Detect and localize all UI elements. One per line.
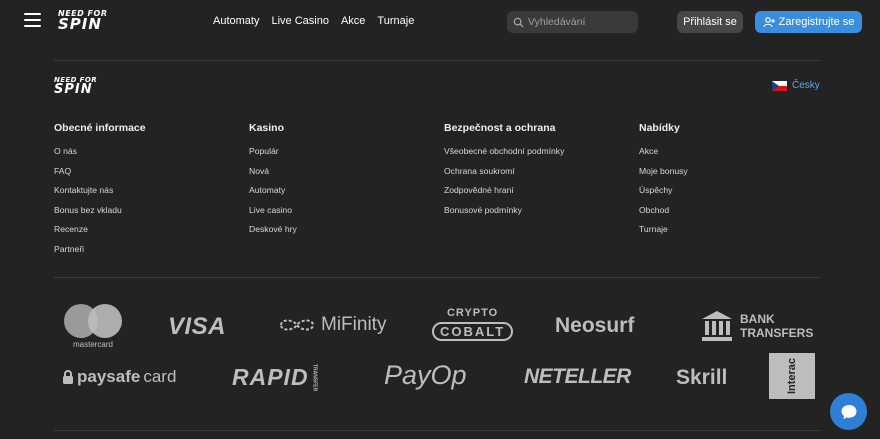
interac-logo: Interac — [769, 353, 815, 399]
logo-line-2: SPIN — [58, 15, 102, 33]
link-akce[interactable]: Akce — [639, 146, 688, 166]
link-privacy[interactable]: Ochrana soukromí — [444, 166, 564, 186]
main-nav: Automaty Live Casino Akce Turnaje — [213, 15, 414, 27]
link-deskove-hry[interactable]: Deskové hry — [249, 224, 297, 244]
visa-logo: VISA — [168, 313, 227, 340]
bank-icon — [702, 311, 732, 341]
link-turnaje[interactable]: Turnaje — [639, 224, 688, 244]
search-input[interactable] — [528, 16, 633, 28]
link-responsible-gaming[interactable]: Zodpovědné hraní — [444, 185, 564, 205]
nav-turnaje[interactable]: Turnaje — [377, 15, 414, 27]
payop-logo: PayOp — [384, 360, 467, 390]
column-title: Obecné informace — [54, 122, 146, 134]
mastercard-label: mastercard — [72, 339, 113, 349]
column-title: Bezpečnost a ochrana — [444, 122, 556, 134]
nav-live-casino[interactable]: Live Casino — [271, 15, 328, 27]
link-live-casino[interactable]: Live casino — [249, 205, 297, 225]
column-title: Nabídky — [639, 122, 680, 134]
chat-button[interactable] — [830, 393, 867, 430]
rapid-transfer-logo: RAPID TRANSFER — [232, 364, 318, 391]
nav-akce[interactable]: Akce — [341, 15, 365, 27]
link-nova[interactable]: Nová — [249, 166, 297, 186]
nav-automaty[interactable]: Automaty — [213, 15, 259, 27]
rapid-label: RAPID — [232, 364, 309, 391]
paysafecard-logo: paysafe card — [62, 367, 176, 387]
link-partneri[interactable]: Partneři — [54, 244, 146, 264]
site-logo[interactable]: NEED FOR SPIN — [58, 10, 107, 32]
footer-column-general: Obecné informace O nás FAQ Kontaktujte n… — [54, 122, 146, 264]
search-box[interactable] — [507, 11, 638, 33]
link-obchod[interactable]: Obchod — [639, 205, 688, 225]
mifinity-label: MiFinity — [321, 314, 387, 335]
footer-column-casino: Kasino Populár Nová Automaty Live casino… — [249, 122, 297, 244]
divider-top — [54, 60, 821, 61]
link-kontakt[interactable]: Kontaktujte nás — [54, 185, 146, 205]
link-uspechy[interactable]: Úspěchy — [639, 185, 688, 205]
divider-middle — [54, 277, 821, 278]
rapid-sub-label: TRANSFER — [311, 364, 318, 392]
footer-column-offers: Nabídky Akce Moje bonusy Úspěchy Obchod … — [639, 122, 688, 244]
link-bonus-terms[interactable]: Bonusové podmínky — [444, 205, 564, 225]
skrill-logo: Skrill — [676, 366, 728, 389]
interac-label: Interac — [785, 357, 798, 395]
infinity-icon — [279, 319, 315, 331]
link-bonus-bez-vkladu[interactable]: Bonus bez vkladu — [54, 205, 146, 225]
link-o-nas[interactable]: O nás — [54, 146, 146, 166]
top-header: NEED FOR SPIN Automaty Live Casino Akce … — [0, 0, 880, 43]
add-user-icon — [763, 17, 775, 28]
mastercard-logo: mastercard — [63, 303, 123, 349]
cobalt-label: COBALT — [432, 322, 514, 341]
link-popular[interactable]: Populár — [249, 146, 297, 166]
bank-label-1: BANK — [740, 311, 775, 326]
neosurf-logo: Neosurf — [555, 314, 635, 337]
card-label: card — [143, 367, 177, 386]
crypto-label: CRYPTO — [446, 307, 499, 319]
paysafe-label: paysafe — [77, 367, 141, 386]
mifinity-logo: MiFinity — [277, 314, 386, 336]
search-icon — [513, 17, 524, 28]
register-button[interactable]: Zaregistrujte se — [755, 11, 862, 33]
link-faq[interactable]: FAQ — [54, 166, 146, 186]
register-label: Zaregistrujte se — [778, 16, 855, 28]
czech-flag-icon — [772, 80, 787, 91]
lock-icon — [63, 370, 73, 384]
language-selector[interactable]: Česky — [772, 80, 820, 91]
chat-bubble-icon — [841, 404, 856, 419]
footer-column-security: Bezpečnost a ochrana Všeobecné obchodní … — [444, 122, 564, 224]
divider-bottom — [54, 430, 821, 431]
menu-icon[interactable] — [24, 13, 41, 27]
neteller-logo: NETELLER — [524, 365, 631, 388]
language-label: Česky — [792, 80, 820, 91]
bank-transfers-logo: BANK TRANSFERS — [700, 309, 813, 343]
footer-logo[interactable]: NEED FOR SPIN — [54, 77, 97, 97]
bank-label-2: TRANSFERS — [740, 326, 814, 340]
column-title: Kasino — [249, 122, 285, 134]
login-button[interactable]: Přihlásit se — [677, 11, 743, 33]
link-automaty[interactable]: Automaty — [249, 185, 297, 205]
crypto-cobalt-logo: CRYPTO COBALT — [432, 307, 514, 341]
link-moje-bonusy[interactable]: Moje bonusy — [639, 166, 688, 186]
link-terms[interactable]: Všeobecné obchodní podmínky — [444, 146, 564, 166]
link-recenze[interactable]: Recenze — [54, 224, 146, 244]
footer-logo-line-2: SPIN — [54, 82, 93, 97]
